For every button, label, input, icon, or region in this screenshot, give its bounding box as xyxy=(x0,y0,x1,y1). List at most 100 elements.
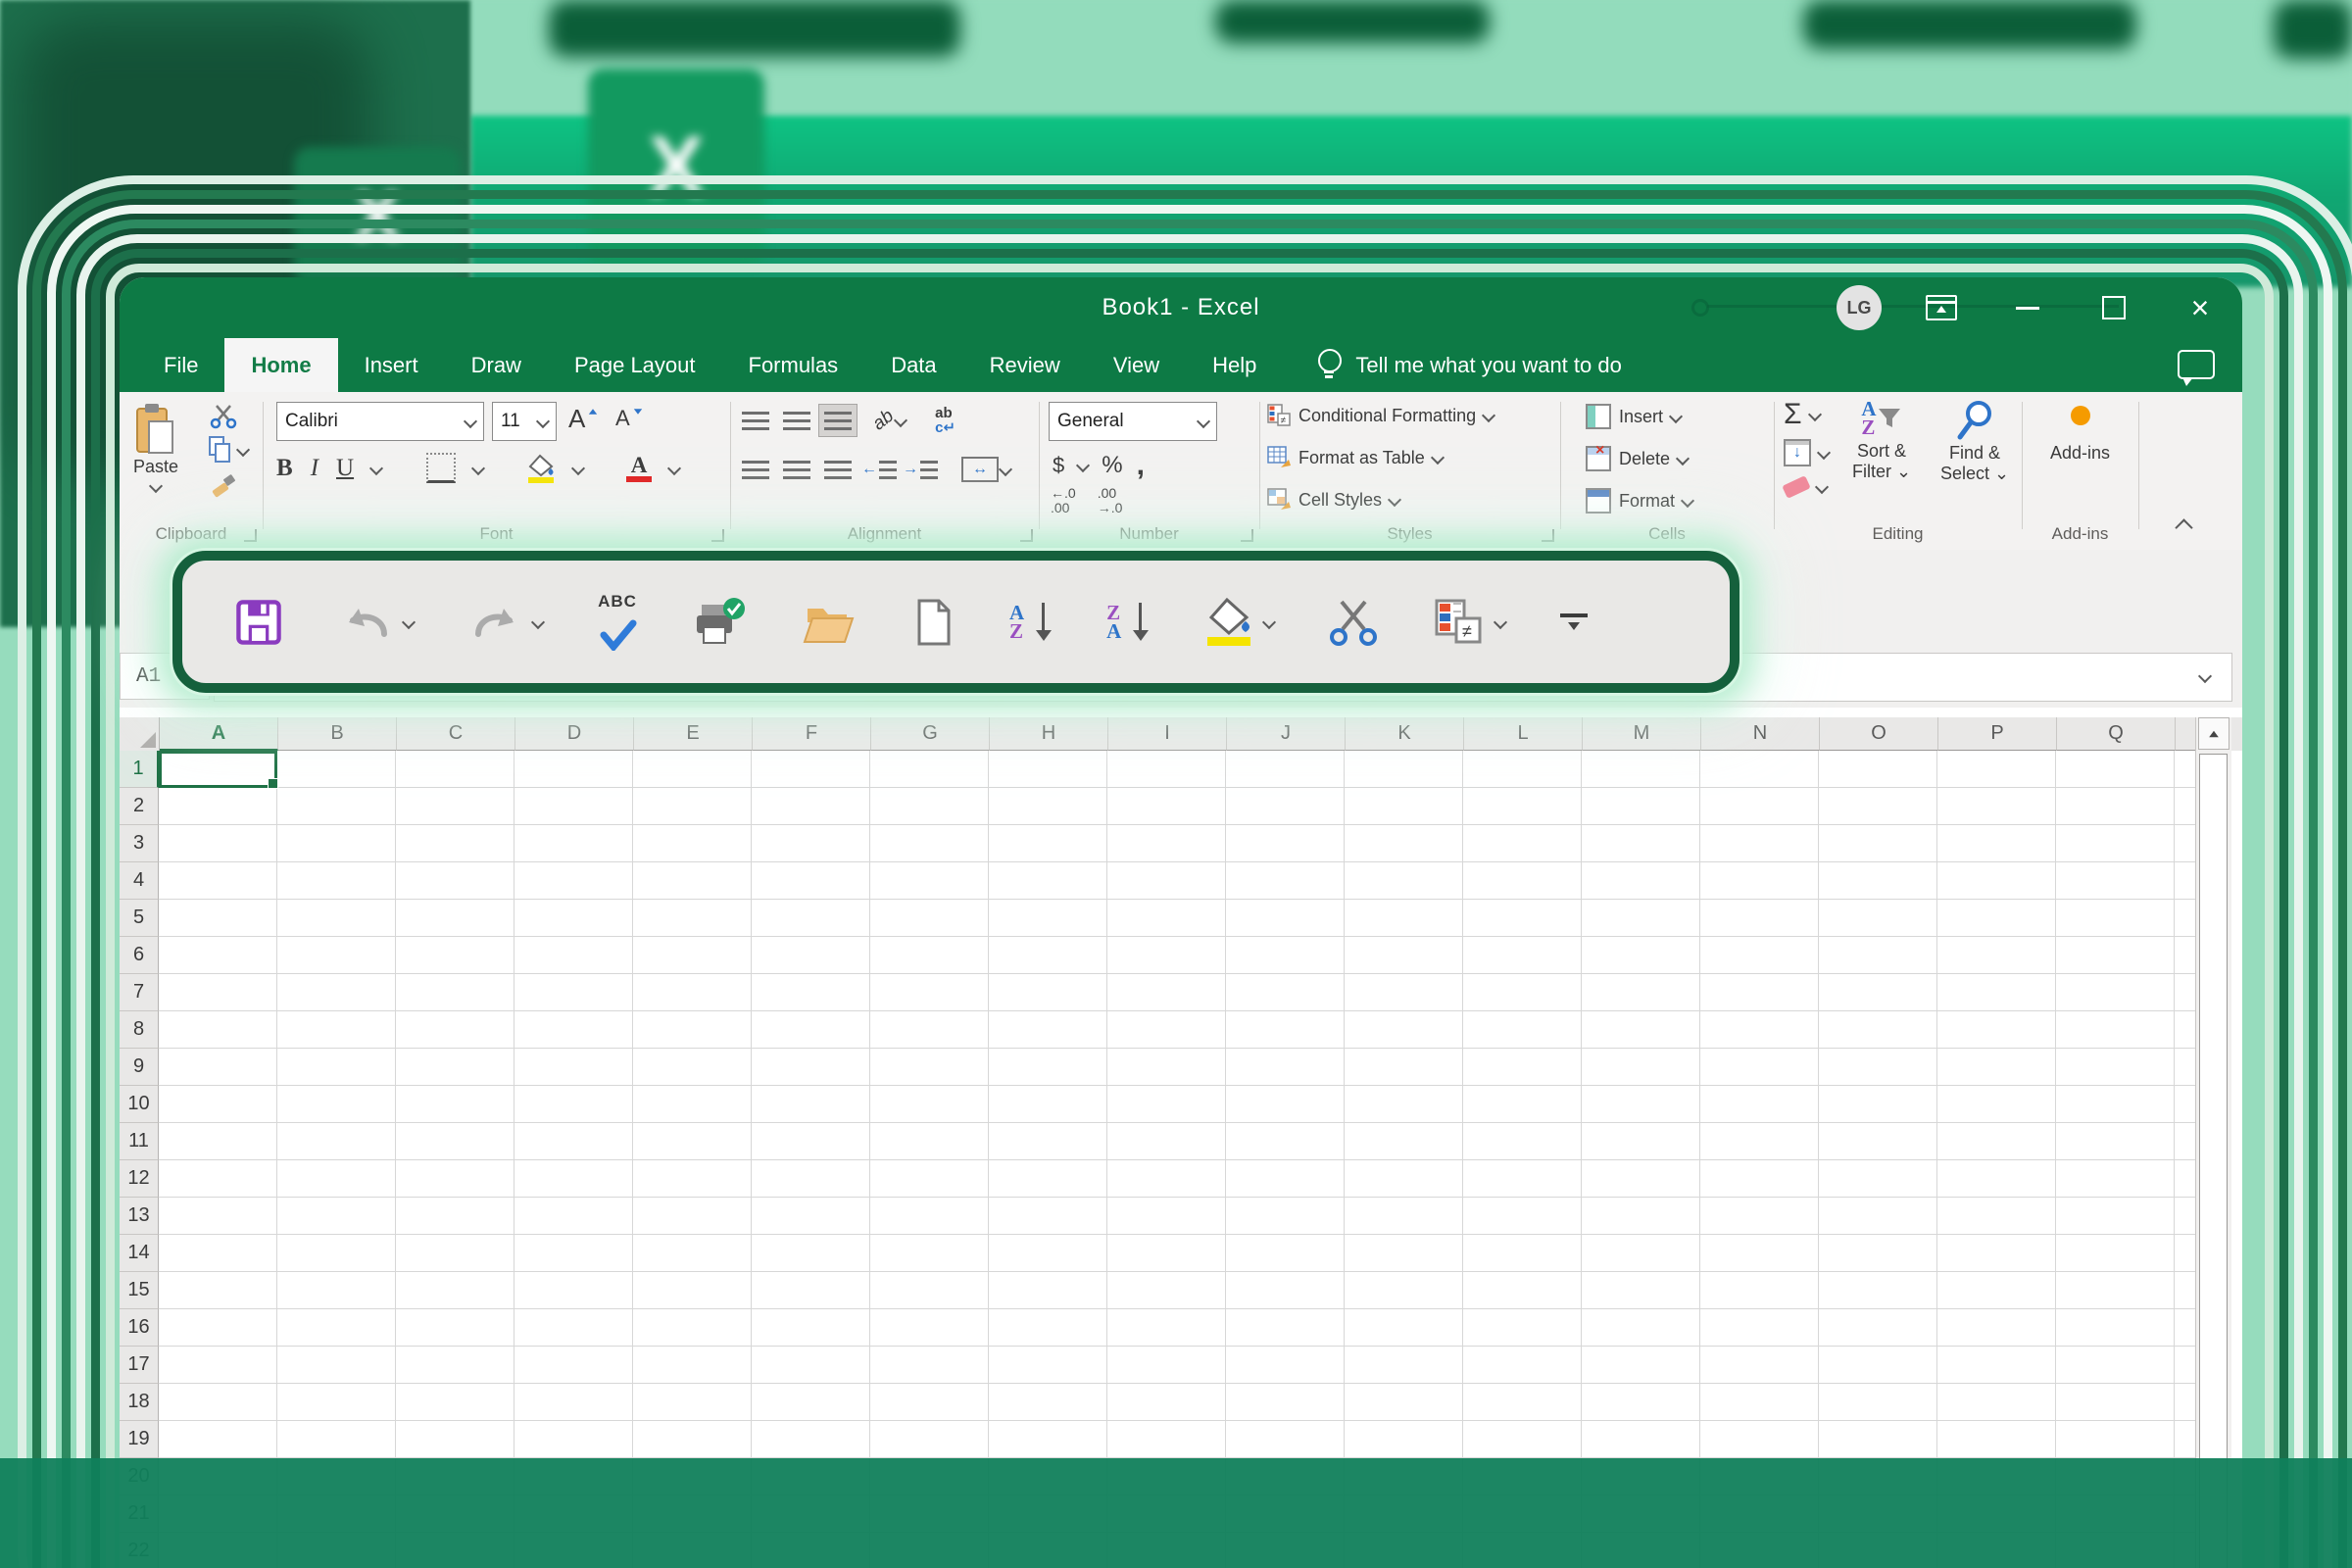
selected-cell-a1[interactable] xyxy=(159,751,277,788)
merge-dropdown-icon[interactable] xyxy=(999,463,1012,476)
bottom-align-button[interactable] xyxy=(818,404,858,437)
row-header-1[interactable]: 1 xyxy=(120,751,159,788)
column-header-o[interactable]: O xyxy=(1820,717,1938,751)
fill-color-dropdown-icon[interactable] xyxy=(571,461,585,474)
close-button[interactable]: × xyxy=(2166,277,2234,338)
row-header-18[interactable]: 18 xyxy=(120,1384,159,1421)
middle-align-button[interactable] xyxy=(777,404,816,437)
sort-ascending-button[interactable]: AZ xyxy=(1009,601,1052,644)
column-header-i[interactable]: I xyxy=(1108,717,1227,751)
row-header-10[interactable]: 10 xyxy=(120,1086,159,1123)
fill-color-qat-dropdown-icon[interactable] xyxy=(1262,614,1276,628)
row-header-19[interactable]: 19 xyxy=(120,1421,159,1458)
format-as-table-button[interactable]: Format as Table xyxy=(1267,446,1443,469)
row-header-14[interactable]: 14 xyxy=(120,1235,159,1272)
tab-home[interactable]: Home xyxy=(224,338,337,392)
tab-formulas[interactable]: Formulas xyxy=(722,338,865,392)
cell-styles-button[interactable]: Cell Styles xyxy=(1267,488,1399,512)
delete-cells-button[interactable]: × Delete xyxy=(1586,446,1688,471)
decrease-indent-button[interactable]: ← xyxy=(859,453,899,486)
font-color-dropdown-icon[interactable] xyxy=(667,461,681,474)
comments-icon[interactable] xyxy=(2178,350,2215,379)
increase-font-button[interactable]: A xyxy=(568,404,597,434)
borders-dropdown-icon[interactable] xyxy=(471,461,485,474)
tab-insert[interactable]: Insert xyxy=(338,338,445,392)
row-header-7[interactable]: 7 xyxy=(120,974,159,1011)
percent-style-button[interactable]: % xyxy=(1102,452,1122,479)
align-left-button[interactable] xyxy=(736,453,775,486)
row-header-11[interactable]: 11 xyxy=(120,1123,159,1160)
tab-help[interactable]: Help xyxy=(1186,338,1283,392)
vertical-scrollbar[interactable] xyxy=(2195,717,2231,1568)
font-size-select[interactable]: 11 xyxy=(492,402,557,441)
clear-button[interactable] xyxy=(1784,480,1827,494)
redo-button[interactable] xyxy=(468,599,543,646)
column-header-p[interactable]: P xyxy=(1938,717,2057,751)
tab-data[interactable]: Data xyxy=(864,338,962,392)
row-header-9[interactable]: 9 xyxy=(120,1049,159,1086)
cut-button[interactable] xyxy=(210,404,237,434)
column-header-a[interactable]: A xyxy=(160,717,278,751)
number-dialog-launcher[interactable] xyxy=(1241,529,1253,542)
row-header-8[interactable]: 8 xyxy=(120,1011,159,1049)
autosum-button[interactable]: Σ xyxy=(1784,398,1820,431)
align-right-button[interactable] xyxy=(818,453,858,486)
minimize-button[interactable] xyxy=(1993,277,2062,338)
column-header-m[interactable]: M xyxy=(1583,717,1701,751)
column-header-l[interactable]: L xyxy=(1464,717,1583,751)
increase-indent-button[interactable]: → xyxy=(901,453,940,486)
save-button[interactable] xyxy=(233,597,284,648)
fill-color-button[interactable] xyxy=(526,454,556,483)
column-header-b[interactable]: B xyxy=(278,717,397,751)
tab-review[interactable]: Review xyxy=(963,338,1087,392)
row-header-12[interactable]: 12 xyxy=(120,1160,159,1198)
comma-style-button[interactable]: , xyxy=(1137,449,1145,482)
decrease-font-button[interactable]: A xyxy=(615,406,642,431)
orientation-dropdown-icon[interactable] xyxy=(894,414,907,427)
redo-dropdown-icon[interactable] xyxy=(531,614,545,628)
column-header-c[interactable]: C xyxy=(397,717,515,751)
insert-cells-button[interactable]: Insert xyxy=(1586,404,1681,429)
scroll-up-button[interactable] xyxy=(2198,717,2230,750)
open-button[interactable] xyxy=(802,599,857,646)
merge-center-button[interactable]: ↔ xyxy=(961,457,999,482)
font-family-select[interactable]: Calibri xyxy=(276,402,484,441)
column-header-g[interactable]: G xyxy=(871,717,990,751)
row-header-4[interactable]: 4 xyxy=(120,862,159,900)
undo-dropdown-icon[interactable] xyxy=(402,614,416,628)
formula-bar-expand-icon[interactable] xyxy=(2198,669,2212,683)
paste-button[interactable]: Paste xyxy=(133,402,178,491)
font-dialog-launcher[interactable] xyxy=(711,529,724,542)
sort-descending-button[interactable]: ZA xyxy=(1106,601,1149,644)
tab-view[interactable]: View xyxy=(1087,338,1186,392)
accounting-dropdown-icon[interactable] xyxy=(1076,459,1090,472)
row-header-17[interactable]: 17 xyxy=(120,1347,159,1384)
tell-me-box[interactable]: Tell me what you want to do xyxy=(1316,338,1621,392)
row-header-6[interactable]: 6 xyxy=(120,937,159,974)
column-header-q[interactable]: Q xyxy=(2057,717,2176,751)
borders-button[interactable] xyxy=(426,453,456,483)
conditional-formatting-button[interactable]: ≠ Conditional Formatting xyxy=(1267,404,1494,427)
decrease-decimal-button[interactable]: .00→.0 xyxy=(1098,486,1123,516)
conditional-formatting-qat-dropdown-icon[interactable] xyxy=(1494,614,1507,628)
maximize-button[interactable] xyxy=(2080,277,2148,338)
addins-button[interactable]: Add-ins xyxy=(2022,406,2138,464)
italic-button[interactable]: I xyxy=(311,455,318,482)
fill-button[interactable]: ↓ xyxy=(1784,439,1829,466)
alignment-dialog-launcher[interactable] xyxy=(1020,529,1033,542)
format-painter-button[interactable] xyxy=(210,472,237,505)
conditional-formatting-qat-button[interactable]: ≠ xyxy=(1433,597,1505,648)
worksheet-cells[interactable] xyxy=(159,751,2217,1568)
align-center-button[interactable] xyxy=(777,453,816,486)
row-header-2[interactable]: 2 xyxy=(120,788,159,825)
column-header-j[interactable]: J xyxy=(1227,717,1346,751)
sort-filter-button[interactable]: AZ Sort & Filter ⌄ xyxy=(1835,400,1929,482)
row-header-16[interactable]: 16 xyxy=(120,1309,159,1347)
column-header-f[interactable]: F xyxy=(753,717,871,751)
row-header-5[interactable]: 5 xyxy=(120,900,159,937)
cut-qat-button[interactable] xyxy=(1329,598,1378,647)
column-header-k[interactable]: K xyxy=(1346,717,1464,751)
clipboard-dialog-launcher[interactable] xyxy=(244,529,257,542)
more-commands-button[interactable] xyxy=(1560,613,1588,630)
column-header-e[interactable]: E xyxy=(634,717,753,751)
